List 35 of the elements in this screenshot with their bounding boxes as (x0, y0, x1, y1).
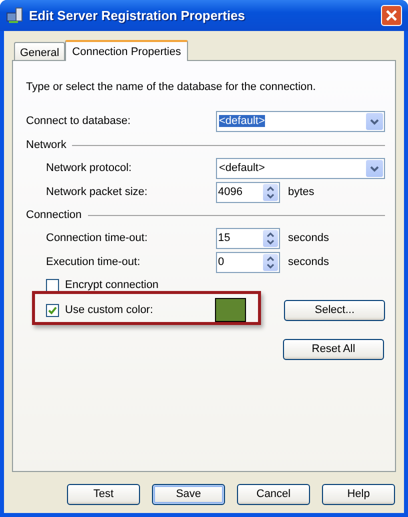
unit-label: seconds (288, 230, 329, 246)
select-button[interactable]: Select... (284, 300, 385, 320)
server-icon (6, 7, 24, 24)
field-label: Connection time-out: (46, 230, 148, 246)
field-label: Connect to database: (26, 114, 132, 130)
dialog-button[interactable]: Cancel (237, 484, 310, 505)
close-icon[interactable] (385, 9, 398, 22)
dialog-button[interactable]: Save (152, 484, 225, 505)
checkbox[interactable] (46, 304, 59, 316)
spin-arrows-icon[interactable] (263, 230, 278, 246)
instruction-text: Type or select the name of the database for the connection. (26, 80, 317, 95)
checkbox-label[interactable]: Encrypt connection (65, 276, 159, 294)
field-label: Execution time-out: (46, 254, 142, 270)
dropdown[interactable]: <default> (216, 111, 385, 132)
tab[interactable]: General (14, 42, 66, 60)
dropdown[interactable]: <default> (216, 158, 385, 178)
window-title: Edit Server Registration Properties (29, 6, 246, 25)
unit-label: seconds (288, 254, 329, 270)
spin-arrows-icon[interactable] (263, 254, 278, 270)
close-button[interactable] (381, 5, 402, 26)
field-label: Network packet size: (46, 184, 148, 200)
tab[interactable]: Connection Properties (65, 40, 188, 61)
spin-field[interactable]: 4096 (216, 182, 280, 202)
dialog-button[interactable]: Test (67, 484, 140, 505)
reset-all-button[interactable]: Reset All (283, 338, 384, 360)
checkbox[interactable] (46, 278, 59, 292)
section-heading: Network (26, 138, 66, 153)
section-heading: Connection (26, 208, 82, 223)
dialog-button[interactable]: Help (322, 484, 395, 505)
field-label: Network protocol: (46, 160, 133, 176)
unit-label: bytes (288, 184, 314, 200)
spin-arrows-icon[interactable] (263, 184, 278, 200)
spin-field[interactable]: 0 (216, 252, 280, 272)
spin-field[interactable]: 15 (216, 228, 280, 248)
checkbox-label[interactable]: Use custom color: (65, 302, 154, 318)
